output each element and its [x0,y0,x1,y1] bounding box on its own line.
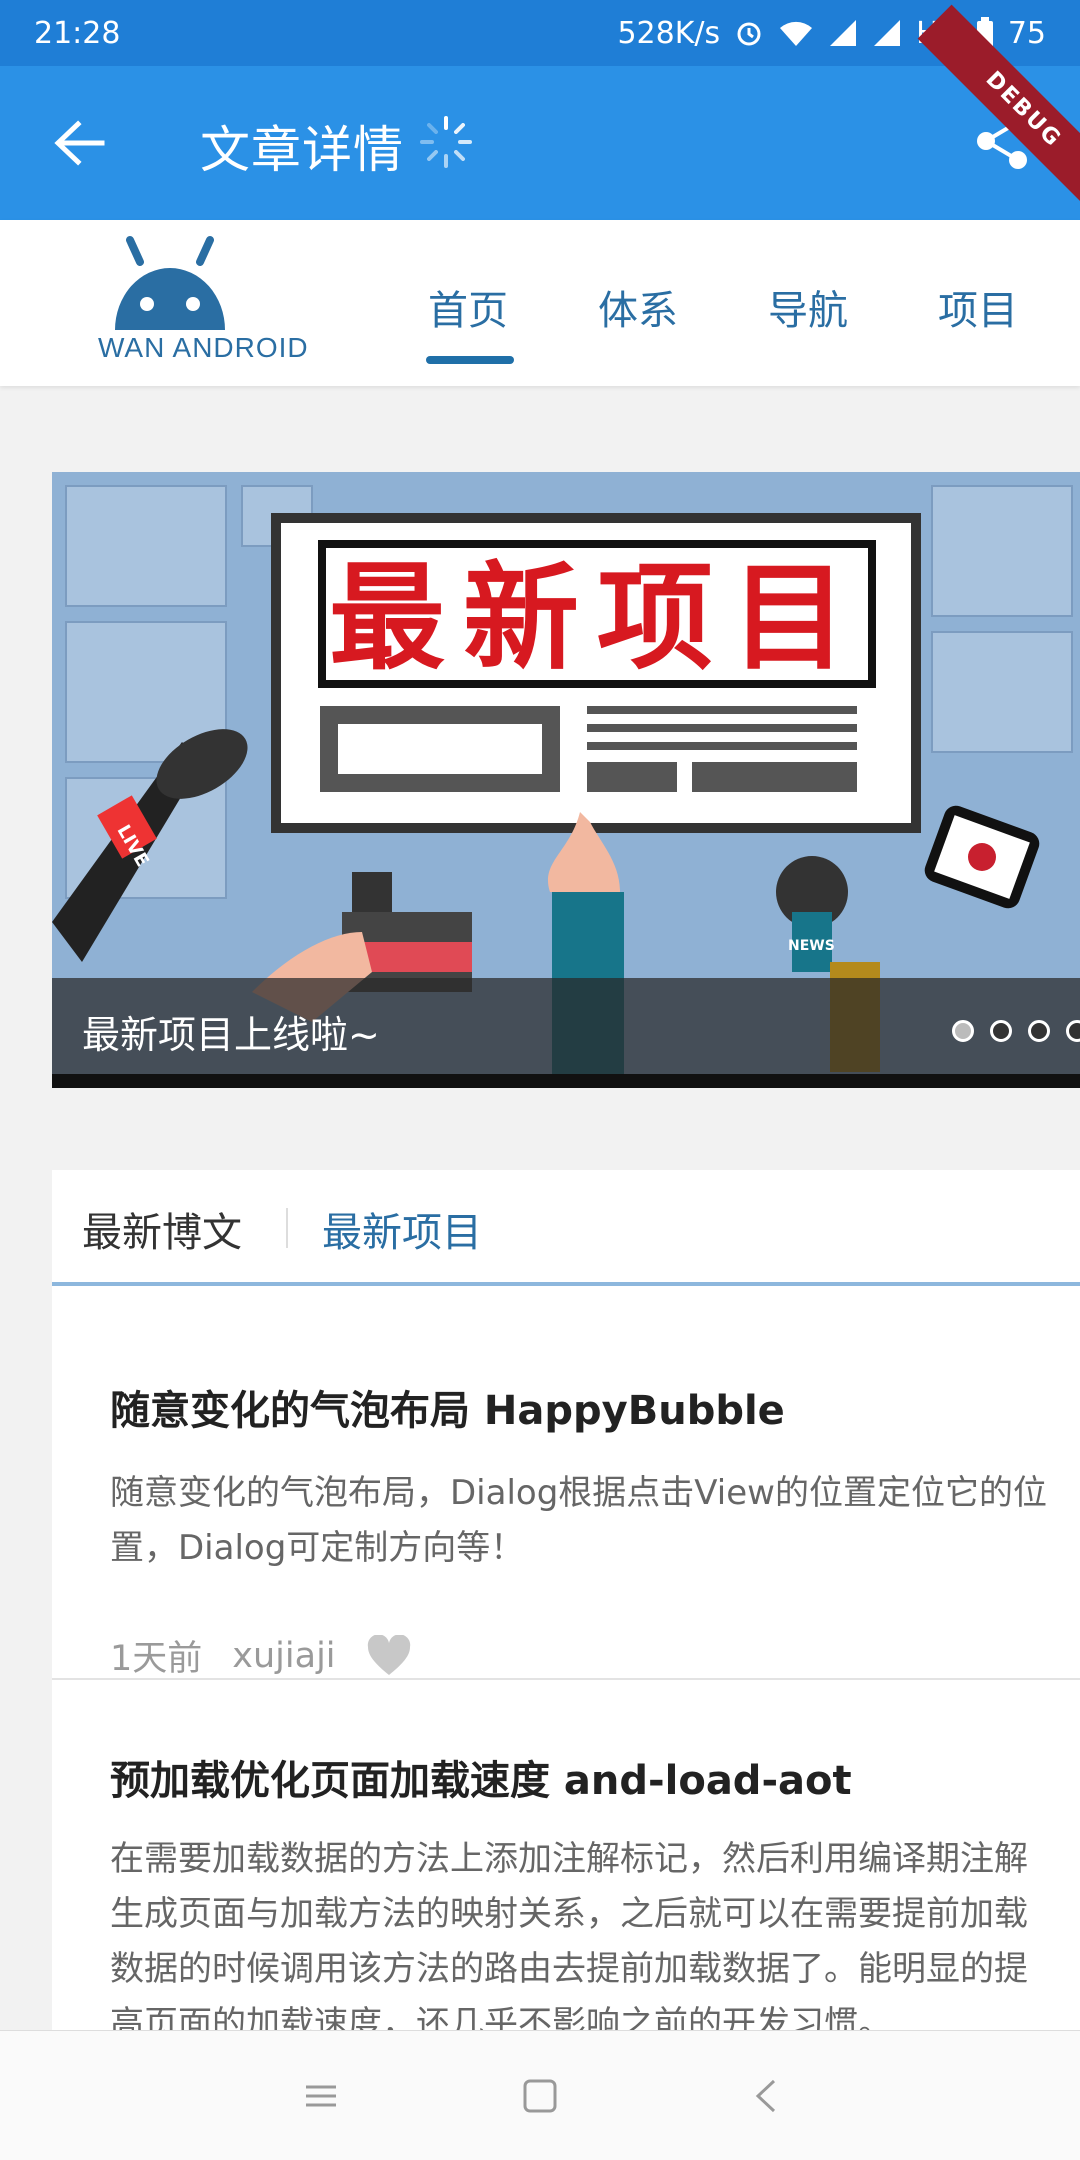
tab-system[interactable]: 体系 [598,278,678,336]
back-arrow-icon[interactable] [52,118,106,168]
page-dot-1[interactable] [952,1020,974,1042]
banner-headline: 最新项目 [329,551,865,686]
back-icon[interactable] [742,2071,792,2121]
news-label: NEWS [788,938,835,954]
article-time: 1天前 [110,1639,203,1679]
app-bar: 文章详情 DEBUG [0,4,1080,220]
article-item[interactable]: 预加载优化页面加载速度 and-load-aot 在需要加载数据的方法上添加注解… [52,1682,1080,2044]
page-title: 文章详情 [200,121,404,179]
tab-latest-projects[interactable]: 最新项目 [322,1200,482,1258]
system-nav-bar [0,2030,1080,2160]
tab-latest-posts[interactable]: 最新博文 [82,1200,242,1258]
loading-spinner-icon [420,116,472,168]
tab-navigation[interactable]: 导航 [768,278,848,336]
signal-icon [830,20,857,46]
logo-text: WAN ANDROID [98,332,309,363]
active-tab-indicator [426,356,514,364]
article-description-line: 生成页面与加载方法的映射关系，之后就可以在需要提前加载 [110,1894,1028,1934]
tab-home[interactable]: 首页 [428,278,508,336]
status-bar: 21:28 528K/s HD 75 [0,0,1080,66]
article-title: 随意变化的气泡布局 HappyBubble [110,1388,785,1434]
article-description-line: 数据的时候调用该方法的路由去提前加载数据了。能明显的提 [110,1949,1028,1989]
article-description: 随意变化的气泡布局，Dialog根据点击View的位置定位它的位 置，Dialo… [110,1466,1070,1576]
article-list-card: 最新博文 最新项目 随意变化的气泡布局 HappyBubble 随意变化的气泡布… [52,1170,1080,2044]
status-time: 21:28 [34,15,121,51]
alarm-icon [737,22,761,46]
page-dot-3[interactable] [1028,1020,1050,1042]
banner-page-indicator [952,1020,1080,1042]
banner-carousel[interactable]: 最新项目 LIVE NEWS 最新项目上线啦~ [52,472,1080,1088]
article-meta: 1天前 xujiaji [110,1630,412,1681]
banner-caption: 最新项目上线啦~ [82,1013,380,1057]
tab-divider [286,1208,288,1248]
battery-level: 75 [1007,15,1046,51]
article-description-line: 置，Dialog可定制方向等！ [110,1528,525,1568]
tab-project[interactable]: 项目 [938,278,1018,336]
signal-icon-2 [874,20,901,46]
article-author: xujiaji [232,1635,336,1676]
top-nav: WAN ANDROID 首页 体系 导航 项目 [0,220,1080,386]
article-description-line: 随意变化的气泡布局，Dialog根据点击View的位置定位它的位 [110,1473,1047,1513]
article-description-line: 在需要加载数据的方法上添加注解标记，然后利用编译期注解 [110,1839,1028,1879]
article-item[interactable]: 随意变化的气泡布局 HappyBubble 随意变化的气泡布局，Dialog根据… [52,1290,1080,1680]
network-speed: 528K/s [617,15,721,51]
home-icon[interactable] [515,2071,565,2121]
wifi-icon [780,21,813,46]
heart-icon[interactable] [366,1634,412,1677]
page-dot-4[interactable] [1066,1020,1080,1042]
article-description: 在需要加载数据的方法上添加注解标记，然后利用编译期注解 生成页面与加载方法的映射… [110,1832,1070,2052]
content-tabs: 最新博文 最新项目 [52,1170,1080,1286]
page-dot-2[interactable] [990,1020,1012,1042]
menu-icon[interactable] [296,2071,346,2121]
article-title: 预加载优化页面加载速度 and-load-aot [110,1758,852,1804]
